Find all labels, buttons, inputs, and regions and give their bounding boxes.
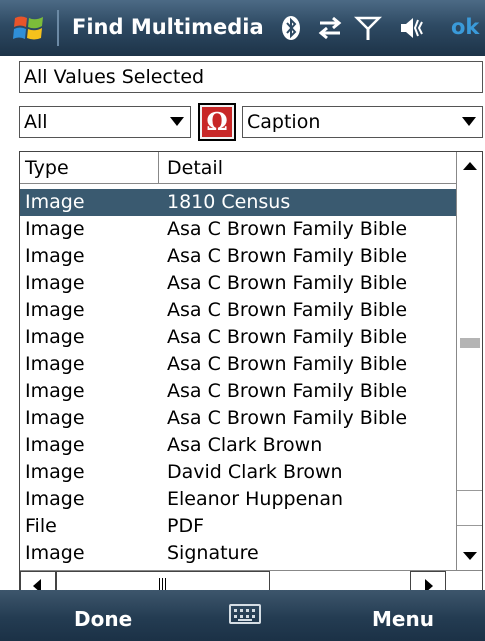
column-header-detail[interactable]: Detail — [160, 152, 456, 183]
cell-detail: Signature — [167, 542, 259, 564]
vertical-scroll-track[interactable] — [457, 180, 482, 542]
cell-detail: Eleanor Huppenan — [167, 488, 344, 510]
title-separator — [57, 10, 59, 46]
list-item[interactable]: Image Eleanor Huppenan — [20, 486, 456, 513]
list-item[interactable]: Image Asa C Brown Family Bible — [20, 405, 456, 432]
list-item[interactable]: Image Asa C Brown Family Bible — [20, 324, 456, 351]
cell-type: Image — [25, 407, 85, 429]
filter-values-field[interactable]: All Values Selected — [19, 61, 483, 93]
special-character-button[interactable]: Ω — [198, 103, 236, 141]
cell-detail: Asa C Brown Family Bible — [167, 218, 408, 240]
cell-detail: Asa C Brown Family Bible — [167, 326, 408, 348]
cell-type: Image — [25, 191, 85, 213]
list-item[interactable]: Image Asa C Brown Family Bible — [20, 351, 456, 378]
cell-detail: Asa C Brown Family Bible — [167, 245, 408, 267]
results-list: Type Detail Image 1810 Census Image Asa C B… — [19, 151, 483, 601]
list-item[interactable]: Image Asa C Brown Family Bible — [20, 378, 456, 405]
chevron-down-icon — [170, 117, 184, 126]
list-header: Type Detail — [20, 152, 456, 184]
cell-type: Image — [25, 299, 85, 321]
vertical-scrollbar[interactable] — [456, 152, 482, 570]
vertical-scroll-thumb[interactable] — [460, 338, 480, 348]
field-dropdown[interactable]: Caption — [242, 106, 483, 138]
list-item[interactable]: File PDF — [20, 513, 456, 540]
arrow-down-icon — [463, 552, 477, 560]
bluetooth-icon[interactable] — [277, 14, 305, 42]
cell-type: Image — [25, 488, 85, 510]
list-item[interactable]: Image Asa C Brown Family Bible — [20, 297, 456, 324]
signal-icon[interactable] — [354, 14, 382, 42]
vertical-scroll-marker — [457, 490, 482, 526]
cell-detail: Asa Clark Brown — [167, 434, 323, 456]
connectivity-icon[interactable] — [316, 14, 344, 42]
ok-button[interactable]: ok — [451, 15, 479, 39]
cell-detail: PDF — [167, 515, 205, 537]
cell-type: File — [25, 515, 57, 537]
windows-start-icon[interactable] — [13, 13, 45, 43]
volume-icon[interactable] — [398, 14, 426, 42]
menu-softkey[interactable]: Menu — [372, 607, 434, 631]
chevron-down-icon — [462, 117, 476, 126]
scroll-down-button[interactable] — [457, 542, 482, 570]
cell-type: Image — [25, 434, 85, 456]
keyboard-icon[interactable] — [229, 604, 261, 624]
list-item[interactable]: Image Asa C Brown Family Bible — [20, 270, 456, 297]
cell-type: Image — [25, 461, 85, 483]
cell-detail: Asa C Brown Family Bible — [167, 380, 408, 402]
arrow-up-icon — [463, 162, 477, 170]
title-bar: Find Multimedia ok — [0, 0, 485, 56]
window-title: Find Multimedia — [72, 15, 264, 39]
cell-type: Image — [25, 272, 85, 294]
field-dropdown-value: Caption — [247, 111, 321, 133]
cell-detail: Asa C Brown Family Bible — [167, 299, 408, 321]
cell-type: Image — [25, 542, 85, 564]
list-item[interactable]: Image Asa C Brown Family Bible — [20, 243, 456, 270]
cell-type: Image — [25, 245, 85, 267]
type-dropdown[interactable]: All — [19, 106, 191, 138]
type-dropdown-value: All — [24, 111, 48, 133]
cell-type: Image — [25, 218, 85, 240]
softkey-bar: Done Menu — [0, 590, 485, 641]
list-item[interactable]: Image Asa C Brown Family Bible — [20, 216, 456, 243]
list-item[interactable]: Image Signature — [20, 540, 456, 567]
cell-type: Image — [25, 326, 85, 348]
list-item[interactable]: Image David Clark Brown — [20, 459, 456, 486]
cell-detail: 1810 Census — [167, 191, 291, 213]
cell-detail: David Clark Brown — [167, 461, 343, 483]
scroll-up-button[interactable] — [457, 152, 482, 180]
cell-detail: Asa C Brown Family Bible — [167, 272, 408, 294]
column-header-type[interactable]: Type — [20, 152, 159, 183]
list-item[interactable]: Image 1810 Census — [20, 189, 456, 216]
done-softkey[interactable]: Done — [74, 607, 132, 631]
list-rows: Image 1810 Census Image Asa C Brown Family … — [20, 189, 456, 567]
list-item[interactable]: Image Asa Clark Brown — [20, 432, 456, 459]
cell-type: Image — [25, 353, 85, 375]
cell-detail: Asa C Brown Family Bible — [167, 407, 408, 429]
omega-icon: Ω — [202, 107, 232, 137]
cell-detail: Asa C Brown Family Bible — [167, 353, 408, 375]
cell-type: Image — [25, 380, 85, 402]
